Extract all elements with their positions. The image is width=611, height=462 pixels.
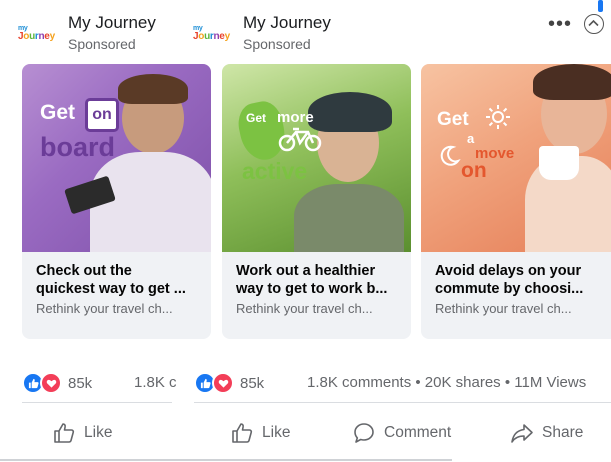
coffee-cup-shape: [539, 146, 579, 180]
share-button[interactable]: Share: [510, 418, 583, 448]
engagement-stats-right[interactable]: 1.8K comments • 20K shares • 11M Views: [307, 372, 586, 394]
card-subtitle: Rethink your travel ch...: [236, 301, 373, 316]
ad-text-board: board: [40, 132, 116, 162]
bicycle-icon: [278, 127, 322, 152]
brand-logo[interactable]: my Journey: [193, 20, 235, 46]
card-subtitle: Rethink your travel ch...: [435, 301, 572, 316]
moon-icon: [440, 145, 461, 166]
person-body: [294, 184, 404, 252]
brand-logo[interactable]: my Journey: [18, 20, 60, 46]
love-reaction-icon: [40, 372, 62, 394]
ad-text-a: a: [467, 131, 475, 146]
share-arrow-icon: [511, 424, 533, 443]
brand-name[interactable]: My Journey: [68, 13, 156, 33]
bottom-divider: [0, 459, 452, 461]
share-label: Share: [542, 424, 584, 441]
like-button-left[interactable]: Like: [52, 418, 112, 448]
card-title-line2[interactable]: quickest way to get ...: [36, 280, 197, 298]
carousel-card-2[interactable]: Get more active Work out a healthier way…: [222, 64, 411, 339]
like-label: Like: [262, 424, 291, 441]
thumbs-up-icon: [54, 423, 75, 443]
person-hair: [533, 64, 611, 100]
comment-bubble-icon: [354, 423, 374, 443]
ad-text-on: on: [461, 159, 487, 182]
carousel-card-3[interactable]: Get a move on Avoid delays on your commu…: [421, 64, 611, 339]
ad-text-more: more: [277, 109, 314, 126]
bus-icon: on: [85, 98, 119, 132]
sponsored-label: Sponsored: [68, 36, 136, 52]
thumbs-up-icon: [232, 423, 253, 443]
ad-text-get: Get: [437, 109, 469, 130]
logo-text-line2: Journey: [18, 30, 55, 42]
divider: [194, 402, 611, 403]
sun-icon: [486, 105, 510, 129]
card-title-line1[interactable]: Check out the: [36, 262, 197, 280]
reaction-count[interactable]: 85k: [240, 375, 264, 392]
card-image[interactable]: Get more active: [222, 64, 411, 252]
ad-text-active: active: [242, 158, 308, 184]
ad-text-get: Get: [40, 101, 76, 124]
card-subtitle: Rethink your travel ch...: [36, 301, 173, 316]
ad-text-get: Get: [246, 111, 267, 125]
engagement-stats-left[interactable]: 1.8K c: [134, 372, 180, 394]
divider: [22, 402, 172, 403]
scroll-indicator: [598, 0, 603, 12]
post-header-left[interactable]: my Journey My Journey Sponsored: [18, 8, 156, 58]
logo-text-line2: Journey: [193, 30, 230, 42]
carousel-card-1[interactable]: Get on board Check out the quickest way …: [22, 64, 211, 339]
love-reaction-icon: [212, 372, 234, 394]
card-title-line1[interactable]: Work out a healthier: [236, 262, 397, 280]
card-image[interactable]: Get on board: [22, 64, 211, 252]
post-header-right[interactable]: my Journey My Journey Sponsored: [193, 8, 331, 58]
reaction-count[interactable]: 85k: [68, 375, 92, 392]
card-title-line1[interactable]: Avoid delays on your: [435, 262, 607, 280]
more-dots-icon[interactable]: •••: [548, 14, 572, 34]
like-label: Like: [84, 424, 113, 441]
ad-text-on: on: [92, 106, 112, 123]
card-title-line2[interactable]: way to get to work b...: [236, 280, 397, 298]
comment-label: Comment: [384, 424, 452, 441]
reaction-summary-left[interactable]: 85k: [22, 372, 92, 394]
brand-name[interactable]: My Journey: [243, 13, 331, 33]
card-title-line2[interactable]: commute by choosi...: [435, 280, 607, 298]
like-button-right[interactable]: Like: [230, 418, 290, 448]
comment-button[interactable]: Comment: [352, 418, 451, 448]
chevron-up-circle-icon[interactable]: [584, 14, 604, 34]
card-image[interactable]: Get a move on: [421, 64, 611, 252]
facebook-ad-feed: my Journey My Journey Sponsored my Journ…: [0, 0, 611, 462]
sponsored-label: Sponsored: [243, 36, 311, 52]
person-hair: [118, 74, 188, 104]
reaction-summary-right[interactable]: 85k: [194, 372, 264, 394]
